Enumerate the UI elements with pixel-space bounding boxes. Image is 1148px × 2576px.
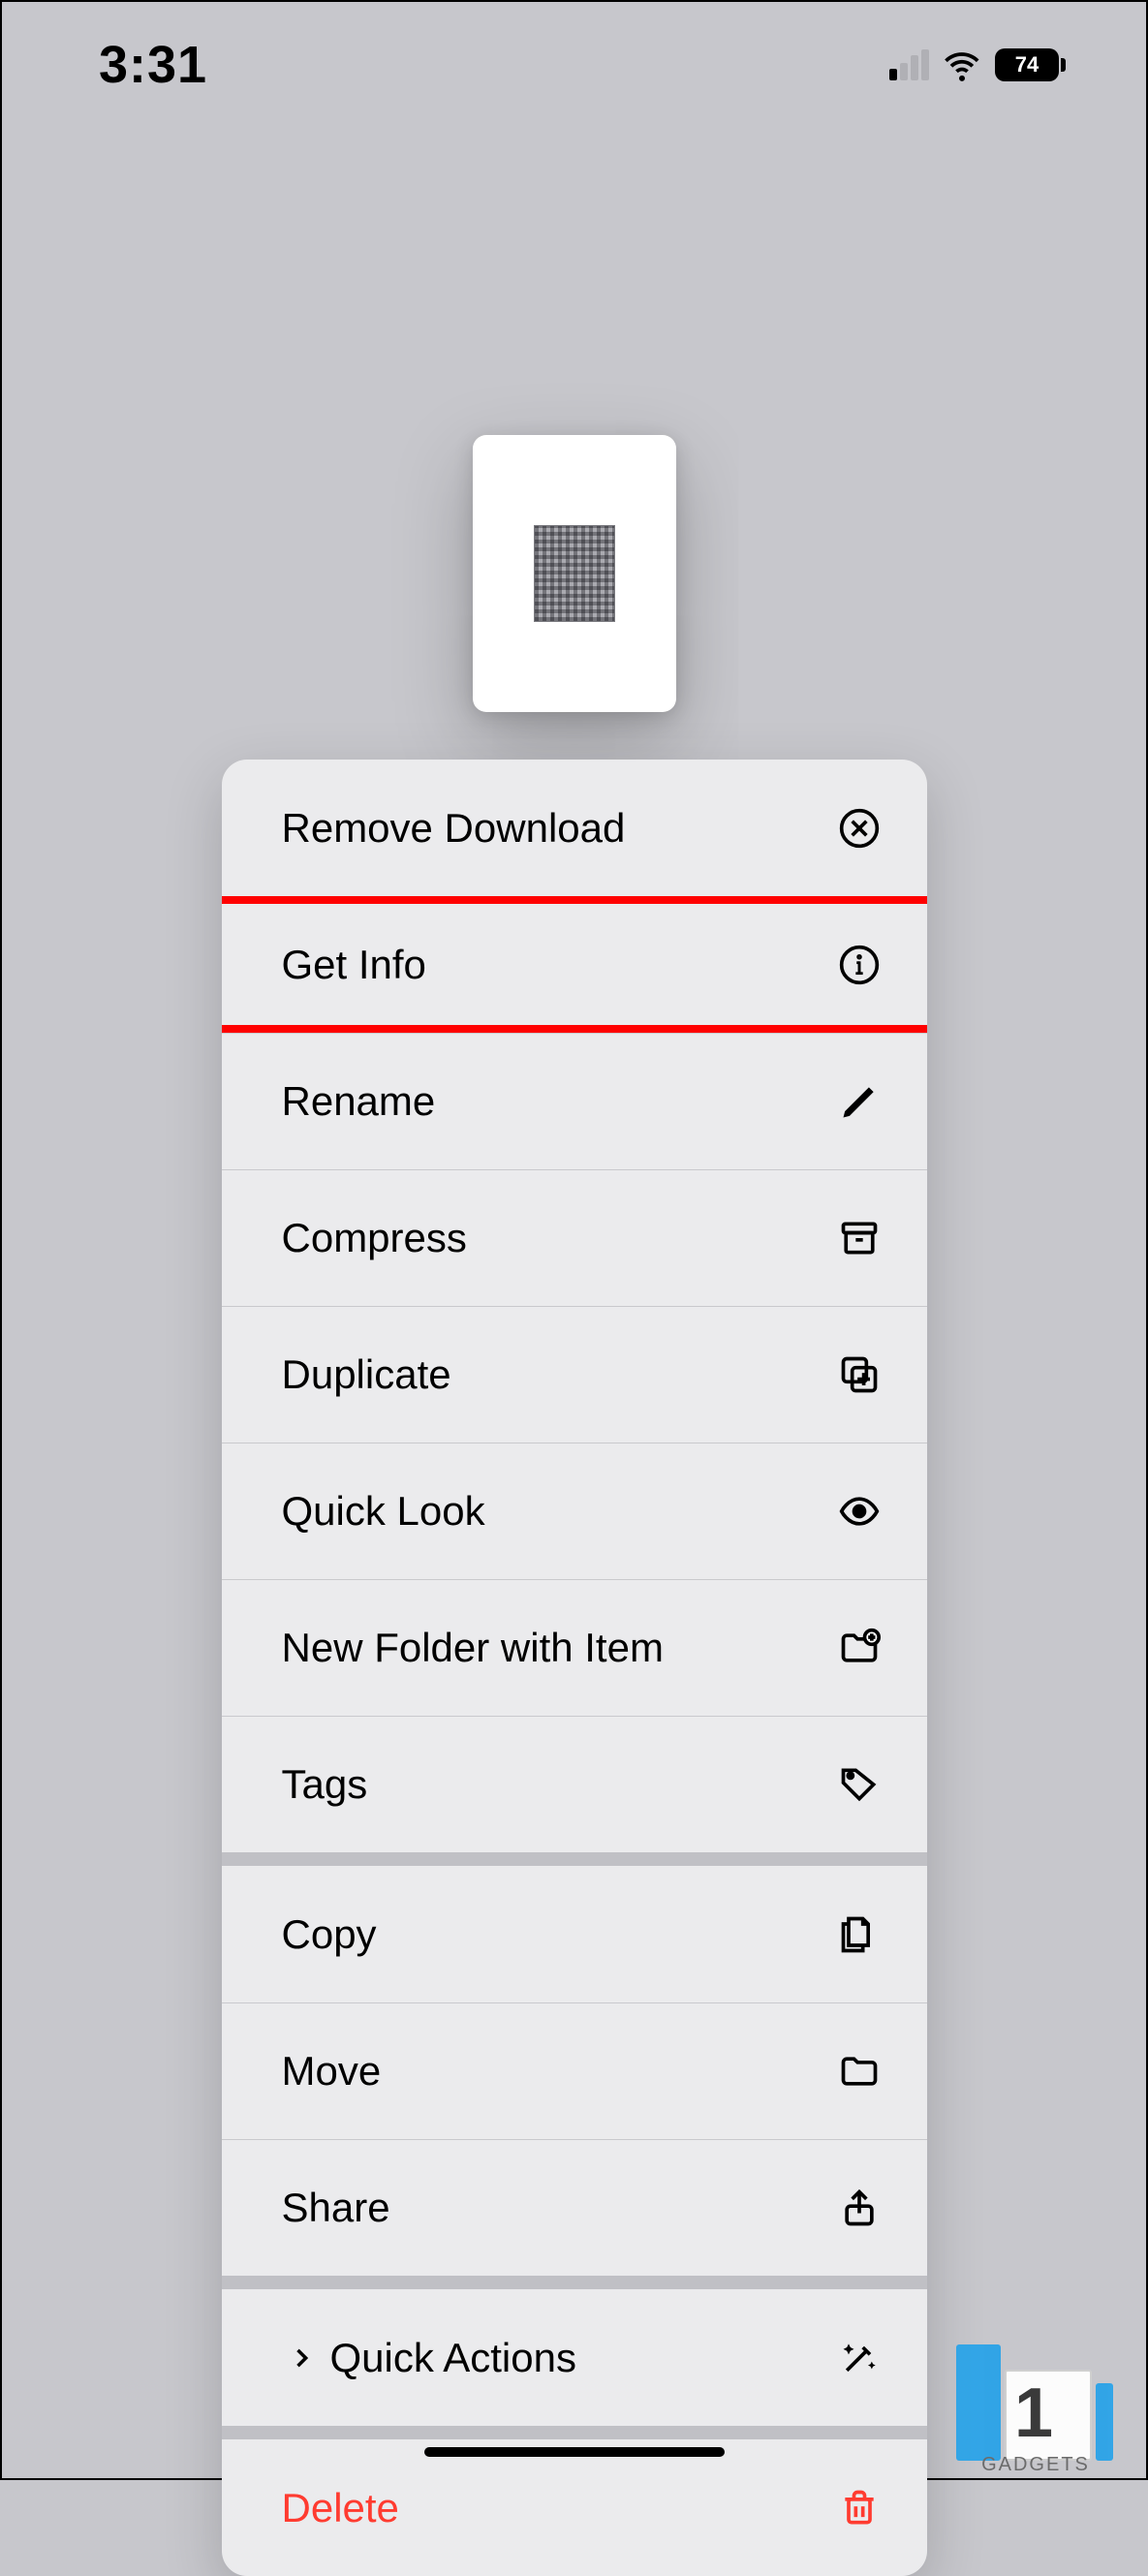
battery-icon: 74 <box>995 48 1059 81</box>
context-menu: Remove Download Get Info Rename Compress <box>222 760 927 2576</box>
menu-label: Quick Look <box>282 1488 485 1535</box>
menu-item-delete[interactable]: Delete <box>222 2439 927 2576</box>
folder-icon <box>836 2048 883 2095</box>
menu-label: Copy <box>282 1911 377 1958</box>
status-right: 74 <box>889 46 1059 84</box>
menu-group-quick-actions: Quick Actions <box>222 2289 927 2426</box>
menu-item-quick-actions[interactable]: Quick Actions <box>222 2289 927 2426</box>
menu-label: Get Info <box>282 942 426 988</box>
menu-label: Tags <box>282 1761 368 1808</box>
menu-label: Move <box>282 2048 382 2095</box>
new-folder-icon <box>836 1625 883 1671</box>
menu-item-duplicate[interactable]: Duplicate <box>222 1306 927 1443</box>
menu-label: Share <box>282 2185 390 2231</box>
menu-label: Duplicate <box>282 1351 451 1398</box>
menu-label: Delete <box>282 2485 399 2531</box>
menu-label: Remove Download <box>282 805 626 852</box>
menu-item-get-info[interactable]: Get Info <box>222 896 927 1033</box>
tag-icon <box>836 1761 883 1808</box>
wifi-icon <box>943 46 981 84</box>
battery-level: 74 <box>1015 52 1039 78</box>
menu-group-file-actions: Remove Download Get Info Rename Compress <box>222 760 927 1852</box>
chevron-right-icon <box>282 2344 321 2372</box>
watermark-text: GADGETS <box>939 2454 1132 2476</box>
pencil-icon <box>836 1078 883 1125</box>
file-preview-card[interactable] <box>473 435 676 712</box>
menu-label: Rename <box>282 1078 436 1125</box>
trash-icon <box>836 2485 883 2531</box>
copy-icon <box>836 1911 883 1958</box>
menu-group-delete: Delete <box>222 2439 927 2576</box>
magic-wand-icon <box>836 2335 883 2381</box>
menu-item-compress[interactable]: Compress <box>222 1169 927 1306</box>
home-indicator <box>424 2447 725 2457</box>
status-bar: 3:31 74 <box>2 2 1146 128</box>
menu-item-copy[interactable]: Copy <box>222 1866 927 2002</box>
menu-item-tags[interactable]: Tags <box>222 1716 927 1852</box>
menu-item-move[interactable]: Move <box>222 2002 927 2139</box>
menu-label: New Folder with Item <box>282 1625 664 1671</box>
status-time: 3:31 <box>99 35 207 95</box>
cellular-signal-icon <box>889 49 929 80</box>
menu-label: Quick Actions <box>330 2335 576 2381</box>
file-thumbnail <box>534 525 615 622</box>
watermark: GADGETS <box>939 2323 1132 2478</box>
menu-item-rename[interactable]: Rename <box>222 1033 927 1169</box>
menu-item-quick-look[interactable]: Quick Look <box>222 1443 927 1579</box>
menu-label: Compress <box>282 1215 467 1261</box>
duplicate-icon <box>836 1351 883 1398</box>
eye-icon <box>836 1488 883 1535</box>
menu-group-transfer: Copy Move Share <box>222 1866 927 2276</box>
info-icon <box>836 942 883 988</box>
menu-item-remove-download[interactable]: Remove Download <box>222 760 927 896</box>
menu-item-new-folder[interactable]: New Folder with Item <box>222 1579 927 1716</box>
menu-item-share[interactable]: Share <box>222 2139 927 2276</box>
share-icon <box>836 2185 883 2231</box>
remove-download-icon <box>836 805 883 852</box>
archive-icon <box>836 1215 883 1261</box>
